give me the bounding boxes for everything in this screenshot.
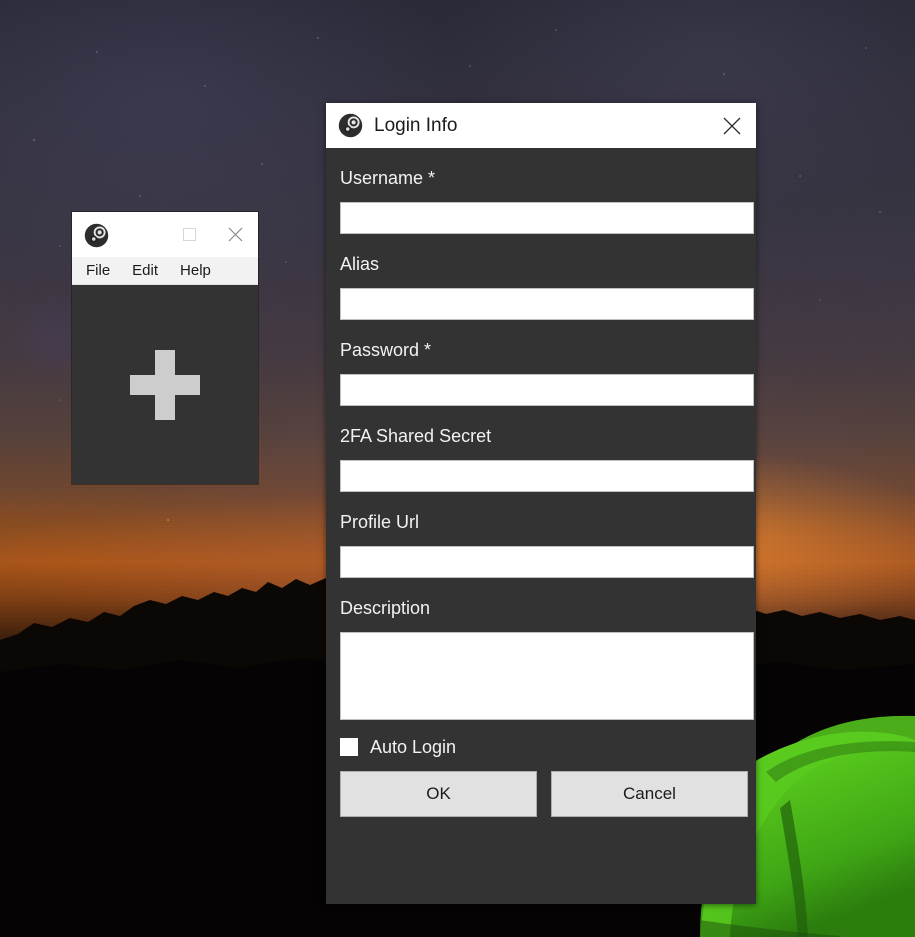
menu-item-help[interactable]: Help — [180, 263, 211, 278]
close-icon[interactable] — [212, 220, 258, 250]
ok-button[interactable]: OK — [340, 771, 537, 817]
label-username: Username * — [340, 168, 436, 188]
login-info-dialog: Login Info Username * Alias Password * 2… — [326, 103, 756, 904]
maximize-icon[interactable] — [166, 220, 212, 250]
login-dialog-titlebar[interactable]: Login Info — [326, 103, 756, 148]
label-profile-url: Profile Url — [340, 512, 420, 532]
profile-url-input[interactable] — [340, 546, 754, 578]
accounts-window-titlebar[interactable] — [72, 212, 258, 257]
accounts-window-body — [72, 285, 258, 484]
2fa-shared-secret-input[interactable] — [340, 460, 754, 492]
menu-item-edit[interactable]: Edit — [132, 263, 158, 278]
steam-icon — [84, 223, 109, 248]
label-alias: Alias — [340, 254, 380, 274]
auto-login-row[interactable]: Auto Login — [340, 738, 748, 756]
cancel-button[interactable]: Cancel — [551, 771, 748, 817]
page-title: Login Info — [374, 115, 458, 136]
description-textarea[interactable] — [340, 632, 754, 720]
auto-login-label: Auto Login — [370, 737, 457, 757]
steam-accounts-window: File Edit Help — [72, 212, 258, 484]
login-form: Username * Alias Password * 2FA Shared S… — [326, 148, 756, 817]
label-description: Description — [340, 598, 431, 618]
auto-login-checkbox[interactable] — [340, 738, 358, 756]
password-input[interactable] — [340, 374, 754, 406]
plus-icon[interactable] — [130, 349, 200, 420]
label-password: Password * — [340, 340, 432, 360]
alias-input[interactable] — [340, 288, 754, 320]
menu-item-file[interactable]: File — [86, 263, 110, 278]
dialog-button-row: OK Cancel — [340, 771, 748, 817]
steam-icon — [338, 113, 363, 138]
maximize-square — [182, 228, 196, 241]
desktop: File Edit Help Login Info Username * Ali… — [0, 0, 915, 937]
label-2fa-shared-secret: 2FA Shared Secret — [340, 426, 492, 446]
username-input[interactable] — [340, 202, 754, 234]
accounts-window-menubar: File Edit Help — [72, 257, 258, 285]
close-icon[interactable] — [708, 103, 756, 148]
